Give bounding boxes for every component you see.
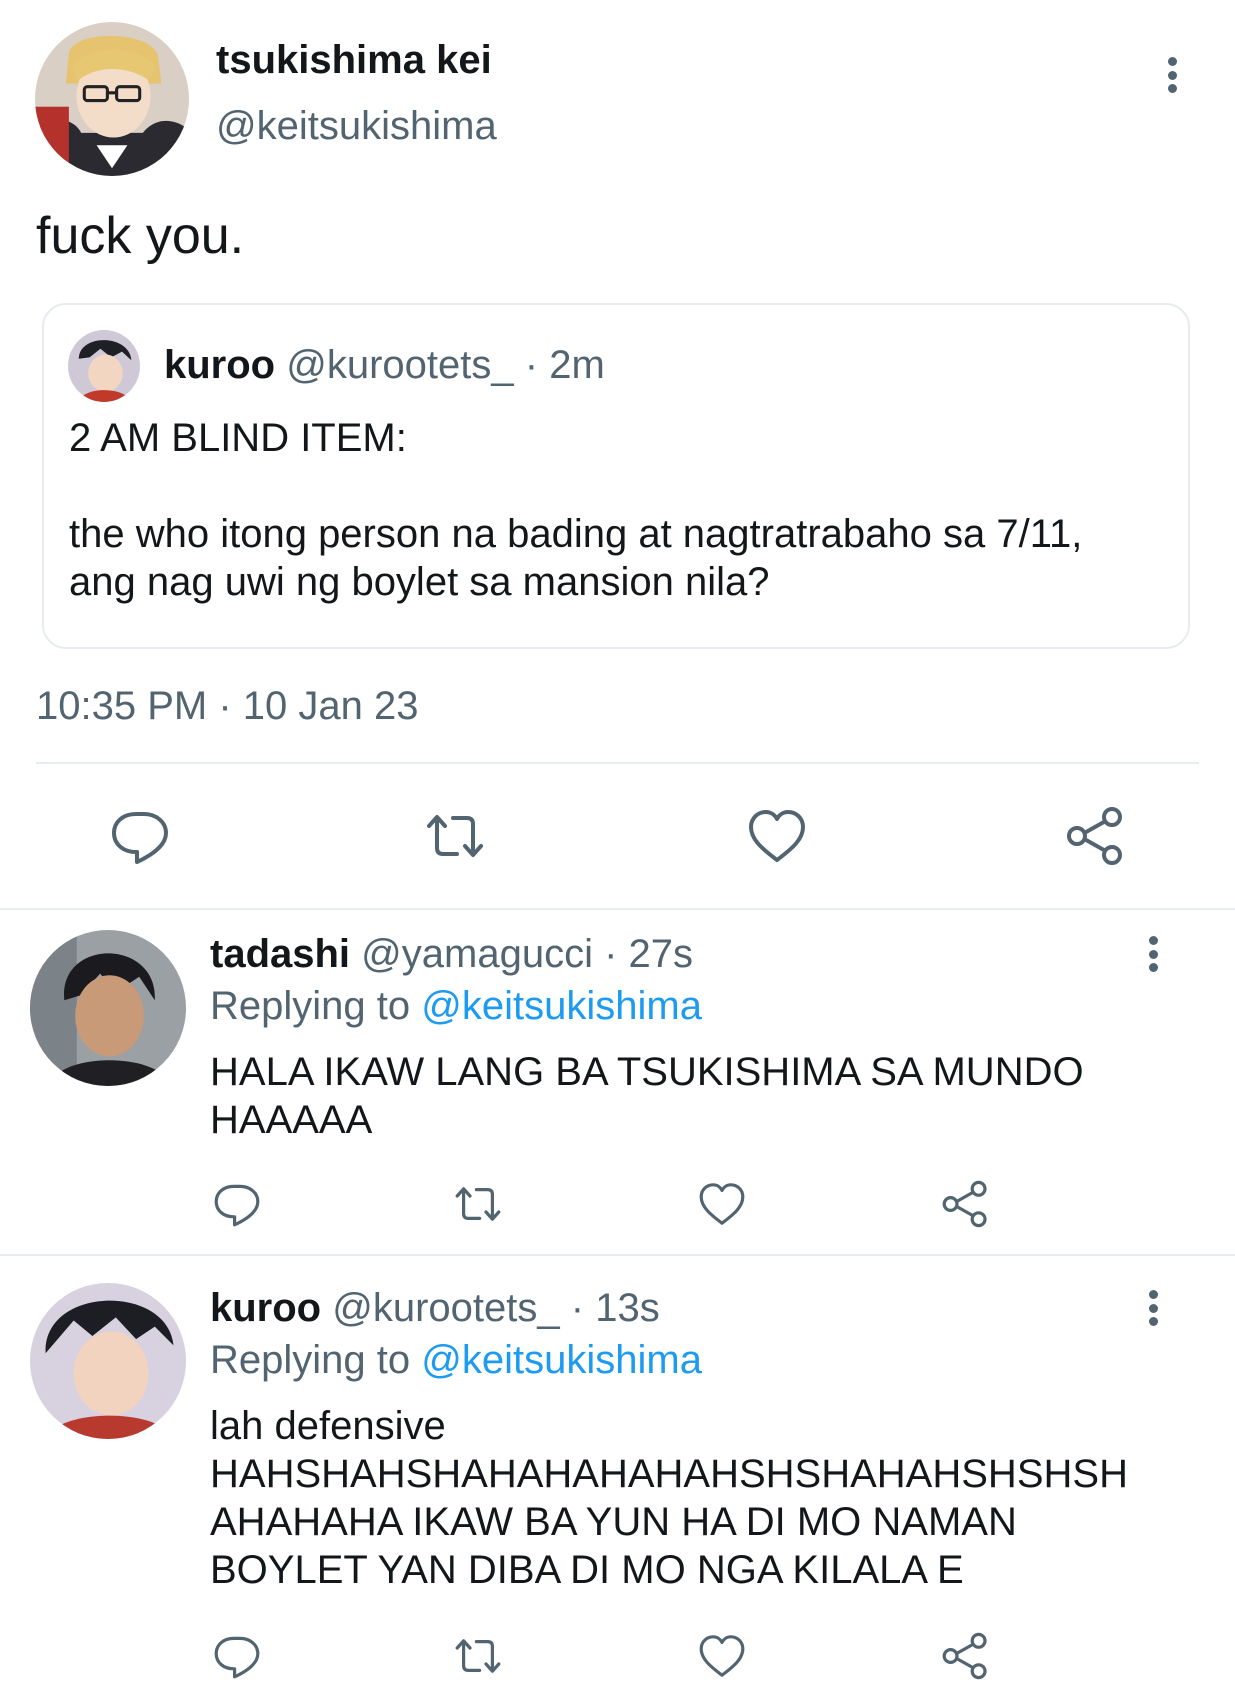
reply-text-line: HAAAAA [210,1098,373,1142]
replying-prefix: Replying to [210,984,411,1028]
reply-text: HALA IKAW LANG BA TSUKISHIMA SA MUNDO HA… [210,1048,1084,1144]
reply-header: kuroo @kurootets_ · 13s [210,1284,660,1332]
share-icon[interactable] [941,1632,989,1680]
share-icon[interactable] [1065,806,1125,866]
share-icon[interactable] [941,1180,989,1228]
reply-text-line: HAHSHAHSHAHAHAHAHAHSHSHAHAHSHSHSH [210,1452,1128,1496]
reply-text-line: lah defensive [210,1404,446,1448]
retweet-icon[interactable] [454,1180,502,1228]
like-icon[interactable] [698,1180,746,1228]
replying-to: Replying to @keitsukishima [210,982,702,1030]
more-options-icon[interactable] [1147,936,1159,972]
reply-time: · 27s [604,932,694,976]
replying-to-link[interactable]: @keitsukishima [421,1338,702,1382]
quoted-time: · 2m [524,343,605,387]
main-handle[interactable]: @keitsukishima [216,102,497,150]
reply-handle[interactable]: @kurootets_ [332,1286,559,1330]
quoted-text-line: ang nag uwi ng boylet sa mansion nila? [69,560,770,604]
retweet-icon[interactable] [454,1632,502,1680]
like-icon[interactable] [698,1632,746,1680]
quoted-header: kuroo @kurootets_ · 2m [164,341,605,389]
replying-prefix: Replying to [210,1338,411,1382]
avatar-tsukishima[interactable] [35,22,189,176]
reply-avatar-tadashi[interactable] [30,930,186,1086]
tweet-timestamp[interactable]: 10:35 PM · 10 Jan 23 [36,682,418,730]
reply-handle[interactable]: @yamagucci [361,932,593,976]
main-display-name[interactable]: tsukishima kei [216,36,492,84]
divider [0,908,1235,910]
reply-text-line: AHAHAHA IKAW BA YUN HA DI MO NAMAN [210,1500,1017,1544]
reply-display-name[interactable]: tadashi [210,932,350,976]
replying-to-link[interactable]: @keitsukishima [421,984,702,1028]
divider [36,762,1199,764]
like-icon[interactable] [747,806,807,866]
quoted-text-line: 2 AM BLIND ITEM: [69,416,407,460]
reply-avatar-kuroo[interactable] [30,1283,186,1439]
quoted-avatar [68,330,140,402]
more-options-icon[interactable] [1147,1290,1159,1326]
reply-text-line: HALA IKAW LANG BA TSUKISHIMA SA MUNDO [210,1050,1084,1094]
reply-header: tadashi @yamagucci · 27s [210,930,693,978]
tweet-text: fuck you. [36,207,245,265]
reply-icon[interactable] [110,806,170,866]
quoted-display-name[interactable]: kuroo [164,343,275,387]
reply-icon[interactable] [213,1632,261,1680]
replying-to: Replying to @keitsukishima [210,1336,702,1384]
quoted-text-line: the who itong person na bading at nagtra… [69,512,1083,556]
reply-time: · 13s [570,1286,660,1330]
quoted-text: 2 AM BLIND ITEM: the who itong person na… [69,414,1082,606]
retweet-icon[interactable] [425,806,485,866]
divider [0,1254,1235,1256]
more-options-icon[interactable] [1166,57,1178,93]
reply-text: lah defensive HAHSHAHSHAHAHAHAHAHSHSHAHA… [210,1402,1128,1594]
quoted-handle[interactable]: @kurootets_ [286,343,513,387]
reply-display-name[interactable]: kuroo [210,1286,321,1330]
reply-text-line: BOYLET YAN DIBA DI MO NGA KILALA E [210,1548,964,1592]
reply-icon[interactable] [213,1180,261,1228]
